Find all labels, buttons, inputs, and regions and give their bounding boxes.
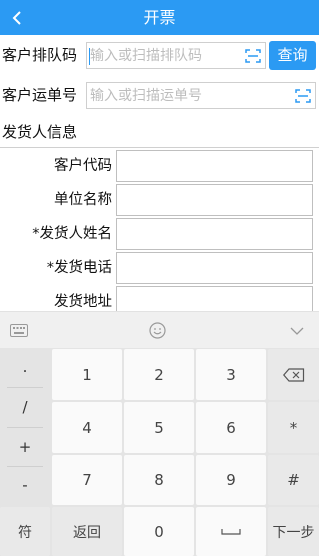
symbol-column: . / + - — [0, 348, 50, 505]
text-caret — [89, 48, 90, 65]
star-key[interactable]: * — [268, 402, 319, 453]
symbol-switch-key[interactable]: 符 — [0, 507, 50, 556]
scan-icon[interactable] — [295, 89, 311, 103]
keyboard-icon[interactable] — [10, 324, 28, 337]
sender-section-title: 发货人信息 — [2, 123, 78, 141]
symbol-key-minus[interactable]: - — [0, 466, 50, 505]
queue-code-label: 客户排队码 — [2, 46, 78, 64]
queue-code-input[interactable] — [87, 43, 265, 68]
company-name-label: 单位名称 — [54, 192, 112, 208]
space-icon — [221, 529, 241, 535]
customer-code-label: 客户代码 — [54, 158, 112, 174]
queue-code-field[interactable] — [86, 42, 266, 69]
customer-code-input[interactable] — [116, 150, 313, 182]
sender-name-input[interactable] — [116, 218, 313, 250]
keyboard-toolbar — [0, 311, 319, 348]
sender-row-name: *发货人姓名 — [0, 217, 319, 251]
key-6[interactable]: 6 — [196, 402, 266, 453]
backspace-key[interactable] — [268, 349, 319, 400]
scan-icon[interactable] — [245, 49, 261, 63]
sender-row-company: 单位名称 — [0, 183, 319, 217]
sender-row-customer-code: 客户代码 — [0, 149, 319, 183]
queue-code-row: 客户排队码 查询 — [0, 39, 319, 72]
sender-name-label: *发货人姓名 — [32, 226, 112, 242]
title-bar: 开票 — [0, 0, 319, 35]
key-9[interactable]: 9 — [196, 455, 266, 505]
space-key[interactable] — [196, 507, 266, 556]
waybill-label: 客户运单号 — [2, 86, 78, 104]
key-2[interactable]: 2 — [124, 349, 194, 400]
sender-phone-label: *发货电话 — [46, 260, 112, 276]
collapse-icon[interactable] — [290, 327, 304, 335]
waybill-input[interactable] — [87, 83, 315, 108]
sender-phone-input[interactable] — [116, 252, 313, 284]
symbol-key-slash[interactable]: / — [0, 388, 50, 427]
section-divider — [0, 147, 319, 148]
symbol-key-dot[interactable]: . — [0, 348, 50, 387]
hash-key[interactable]: # — [268, 455, 319, 505]
next-key[interactable]: 下一步 — [268, 507, 319, 556]
numeric-keyboard: . / + - 1 2 3 4 5 6 * 7 8 9 # 符 返回 0 下一步 — [0, 348, 319, 556]
query-button[interactable]: 查询 — [269, 41, 316, 70]
page-title: 开票 — [143, 8, 176, 27]
waybill-row: 客户运单号 — [0, 79, 319, 112]
waybill-field[interactable] — [86, 82, 316, 109]
key-3[interactable]: 3 — [196, 349, 266, 400]
company-name-input[interactable] — [116, 184, 313, 216]
key-5[interactable]: 5 — [124, 402, 194, 453]
emoji-icon[interactable] — [149, 322, 166, 339]
sender-row-phone: *发货电话 — [0, 251, 319, 285]
key-4[interactable]: 4 — [52, 402, 122, 453]
key-7[interactable]: 7 — [52, 455, 122, 505]
key-0[interactable]: 0 — [124, 507, 194, 556]
key-1[interactable]: 1 — [52, 349, 122, 400]
symbol-key-plus[interactable]: + — [0, 428, 50, 467]
backspace-icon — [282, 367, 304, 382]
key-8[interactable]: 8 — [124, 455, 194, 505]
return-key[interactable]: 返回 — [52, 507, 122, 556]
